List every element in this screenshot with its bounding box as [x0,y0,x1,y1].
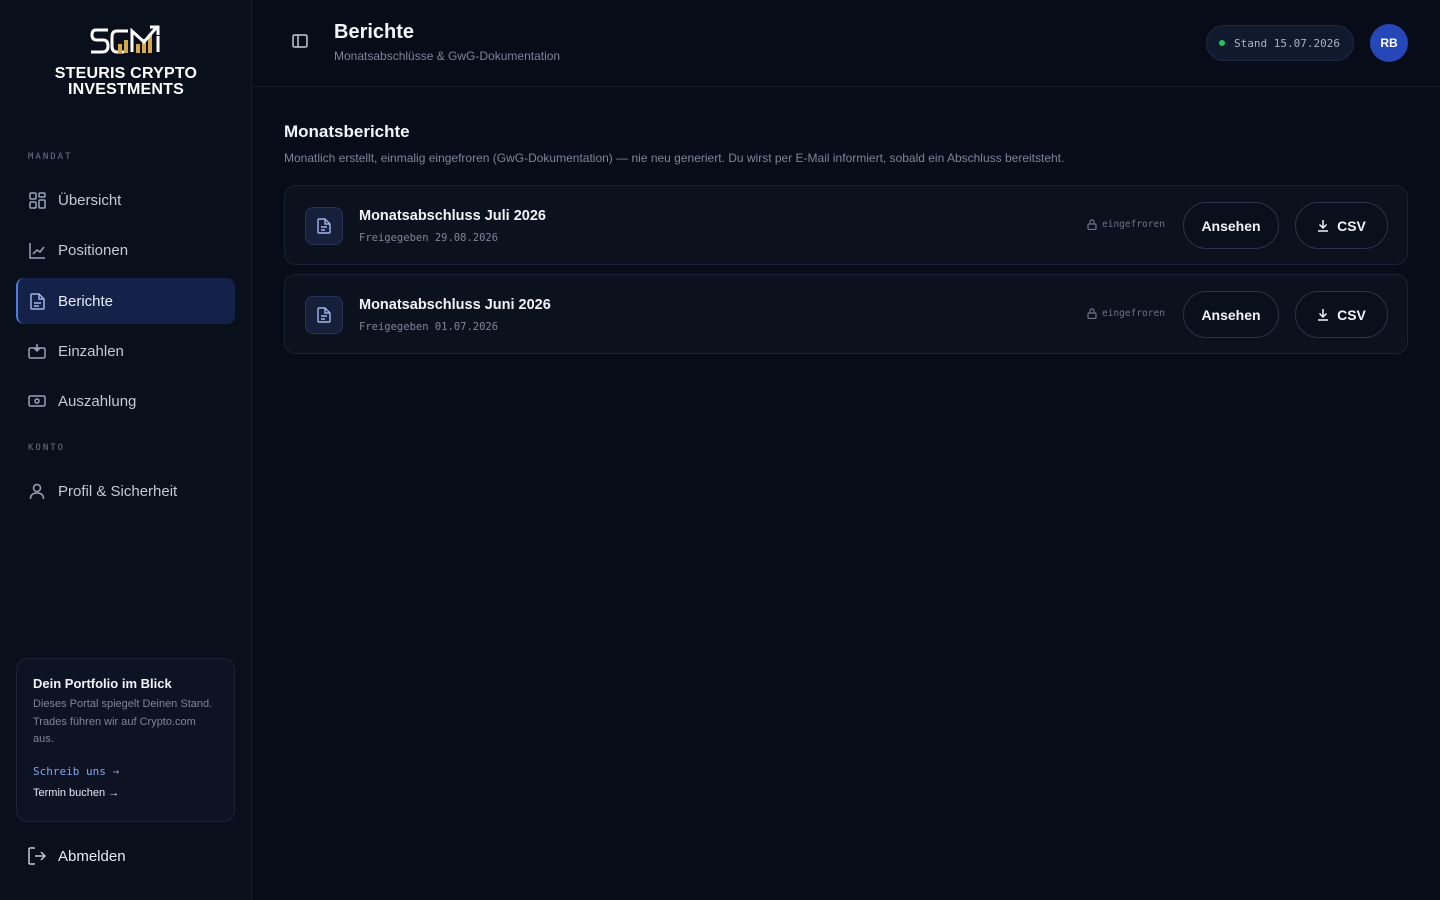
sidebar-toggle-icon [292,34,308,52]
csv-label: CSV [1337,217,1366,234]
brand-logo[interactable]: STEURIS CRYPTO INVESTMENTS [0,22,252,98]
document-icon [28,292,46,310]
sidebar-item-positionen[interactable]: Positionen [16,227,235,273]
sidebar-item-uebersicht[interactable]: Übersicht [16,177,235,223]
sidebar-toggle-button[interactable] [292,34,308,53]
book-appointment-link[interactable]: Termin buchen → [33,787,218,799]
page-header: Berichte Monatsabschlüsse & GwG-Dokument… [252,0,1440,87]
status-dot-icon [1219,40,1225,46]
sidebar-item-profil[interactable]: Profil & Sicherheit [16,468,235,514]
portfolio-promo-card: Dein Portfolio im Blick Dieses Portal sp… [16,658,235,822]
status-badge: Stand 15.07.2026 [1206,25,1354,61]
cash-icon [28,392,46,410]
sci-logo-icon [90,25,160,54]
download-csv-button[interactable]: CSV [1295,202,1388,249]
stand-date: Stand 15.07.2026 [1234,36,1340,50]
report-name: Monatsabschluss Juni 2026 [359,297,551,313]
chart-line-icon [28,241,46,259]
sidebar-item-auszahlung[interactable]: Auszahlung [16,378,235,424]
promo-text: Dieses Portal spiegelt Deinen Stand. Tra… [33,698,213,745]
page-subtitle: Monatsabschlüsse & GwG-Dokumentation [334,49,561,63]
write-us-link[interactable]: Schreib uns → [33,765,218,778]
deposit-icon [28,342,46,360]
sidebar-item-label: Auszahlung [58,392,137,410]
report-name: Monatsabschluss Juli 2026 [359,208,546,224]
section-title: Monatsberichte [284,122,410,141]
section-label-mandat: MANDAT [28,152,73,162]
avatar[interactable]: RB [1370,24,1408,62]
logout-button[interactable]: Abmelden [28,843,126,869]
logout-label: Abmelden [58,847,126,865]
sidebar-item-label: Positionen [58,241,129,259]
brand-name-line1: STEURIS CRYPTO [54,65,198,82]
sidebar-item-berichte[interactable]: Berichte [16,278,235,324]
report-document-icon [305,296,343,334]
promo-title: Dein Portfolio im Blick [33,676,172,691]
frozen-label: eingefroren [1102,308,1165,319]
download-csv-button[interactable]: CSV [1295,291,1388,338]
download-icon [1317,308,1329,321]
sidebar: STEURIS CRYPTO INVESTMENTS MANDAT Übersi… [0,0,252,900]
view-report-button[interactable]: Ansehen [1183,202,1279,249]
brand-name-line2: INVESTMENTS [68,81,184,98]
grid-icon [28,191,46,209]
section-label-konto: KONTO [28,443,66,453]
lock-icon [1087,308,1097,319]
logout-icon [28,847,46,865]
download-icon [1317,219,1329,232]
sidebar-item-label: Einzahlen [58,342,124,360]
frozen-status: eingefroren [1087,219,1165,230]
sidebar-item-label: Profil & Sicherheit [58,482,178,500]
report-release-date: Freigegeben 01.07.2026 [359,321,499,333]
user-icon [28,482,46,500]
sidebar-item-label: Berichte [58,292,114,310]
sidebar-item-label: Übersicht [58,191,122,209]
view-report-button[interactable]: Ansehen [1183,291,1279,338]
page-title: Berichte [334,21,415,43]
report-release-date: Freigegeben 29.08.2026 [359,232,499,244]
report-row: Monatsabschluss Juni 2026 Freigegeben 01… [284,274,1408,354]
lock-icon [1087,219,1097,230]
sidebar-item-einzahlen[interactable]: Einzahlen [16,328,235,374]
csv-label: CSV [1337,306,1366,323]
report-row: Monatsabschluss Juli 2026 Freigegeben 29… [284,185,1408,265]
frozen-label: eingefroren [1102,219,1165,230]
section-description: Monatlich erstellt, einmalig eingefroren… [284,151,1065,165]
frozen-status: eingefroren [1087,308,1165,319]
report-document-icon [305,207,343,245]
